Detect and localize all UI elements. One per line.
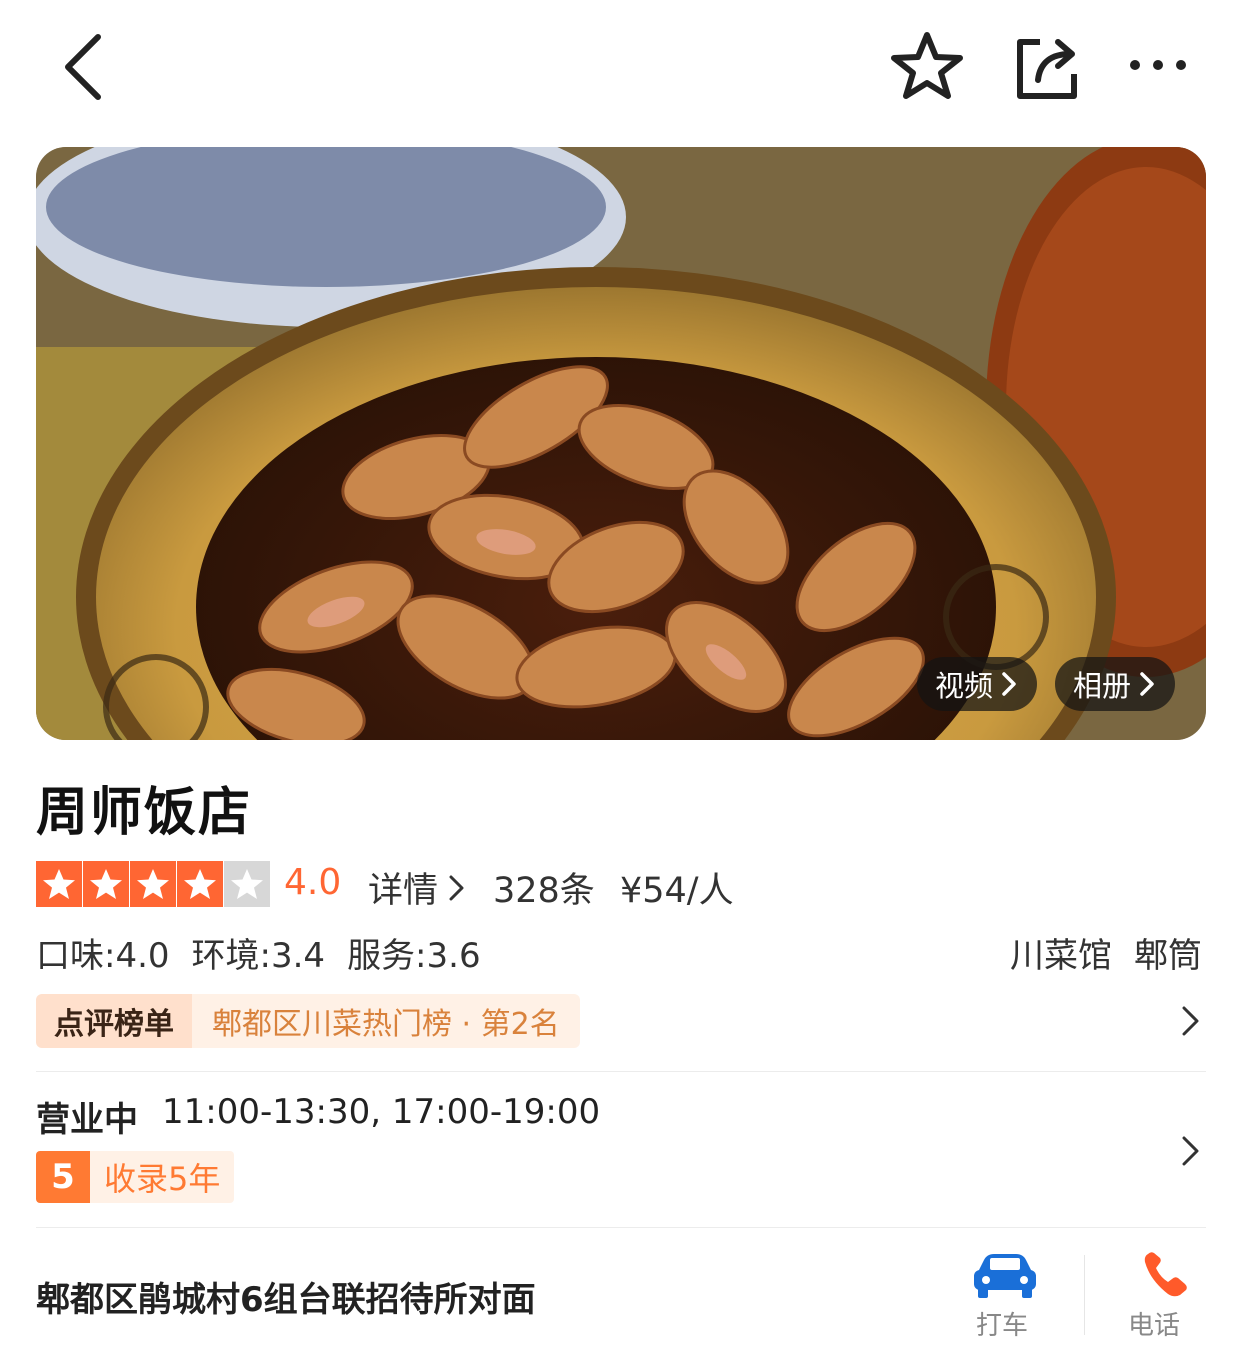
listed-years-number: 5 xyxy=(36,1151,90,1203)
vertical-divider xyxy=(1084,1255,1085,1335)
star-filled-icon xyxy=(83,861,129,907)
sub-scores: 口味:4.0 环境:3.4 服务:3.6 xyxy=(36,928,481,977)
chevron-right-icon xyxy=(1002,672,1016,696)
favorite-star-icon[interactable] xyxy=(890,30,964,102)
taste-score: 口味:4.0 xyxy=(36,936,170,976)
rating-detail-link[interactable]: 详情 xyxy=(368,862,468,913)
star-filled-icon xyxy=(36,861,82,907)
hours-chevron-right-icon[interactable] xyxy=(1180,1134,1202,1168)
top-nav-bar xyxy=(0,0,1242,130)
more-horizontal-icon[interactable] xyxy=(1128,56,1188,74)
divider xyxy=(36,1227,1206,1228)
listed-years-badge: 5 收录5年 xyxy=(36,1151,235,1203)
ranking-badge-label: 点评榜单 xyxy=(54,1007,174,1042)
star-filled-icon xyxy=(177,861,223,907)
chevron-right-icon xyxy=(449,875,464,900)
ranking-bar[interactable]: 点评榜单 郫都区川菜热门榜 · 第2名 xyxy=(36,994,580,1048)
category-tags: 川菜馆 郫筒 xyxy=(1010,928,1202,977)
star-empty-icon xyxy=(224,861,270,907)
album-button[interactable]: 相册 xyxy=(1055,657,1175,711)
hero-food-photo[interactable] xyxy=(36,147,1206,740)
shop-name: 周师饭店 xyxy=(36,783,253,843)
chevron-right-icon xyxy=(1140,672,1154,696)
video-button[interactable]: 视频 xyxy=(917,657,1037,711)
back-chevron-left-icon[interactable] xyxy=(58,33,108,101)
business-hours-row[interactable]: 营业中 11:00-13:30, 17:00-19:00 xyxy=(36,1092,600,1141)
food-photo-illustration xyxy=(36,147,1206,740)
taxi-car-icon[interactable] xyxy=(972,1252,1038,1300)
video-label: 视频 xyxy=(935,669,994,703)
price-per-person: ¥54/人 xyxy=(620,871,734,911)
rating-stars xyxy=(36,861,270,907)
ranking-text: 郫都区川菜热门榜 · 第2名 xyxy=(192,994,580,1048)
shop-address[interactable]: 郫都区鹃城村6组台联招待所对面 xyxy=(36,1272,536,1321)
service-score: 服务:3.6 xyxy=(347,936,481,976)
rating-score: 4.0 xyxy=(284,862,342,903)
review-count[interactable]: 328条 xyxy=(493,862,595,913)
album-label: 相册 xyxy=(1073,669,1132,703)
environment-score: 环境:3.4 xyxy=(191,936,326,976)
category-tag[interactable]: 川菜馆 xyxy=(1010,928,1112,977)
taxi-label[interactable]: 打车 xyxy=(976,1305,1028,1342)
ranking-chevron-right-icon[interactable] xyxy=(1180,1004,1202,1038)
share-icon[interactable] xyxy=(1012,34,1082,100)
divider xyxy=(36,1071,1206,1072)
area-tag[interactable]: 郫筒 xyxy=(1134,928,1202,977)
detail-label: 详情 xyxy=(368,871,439,911)
business-hours: 11:00-13:30, 17:00-19:00 xyxy=(162,1092,601,1132)
phone-icon[interactable] xyxy=(1140,1250,1192,1300)
business-status: 营业中 xyxy=(36,1100,138,1140)
phone-label[interactable]: 电话 xyxy=(1128,1305,1180,1342)
ranking-badge: 点评榜单 xyxy=(36,994,192,1048)
listed-years-label: 收录5年 xyxy=(90,1151,235,1203)
star-filled-icon xyxy=(130,861,176,907)
